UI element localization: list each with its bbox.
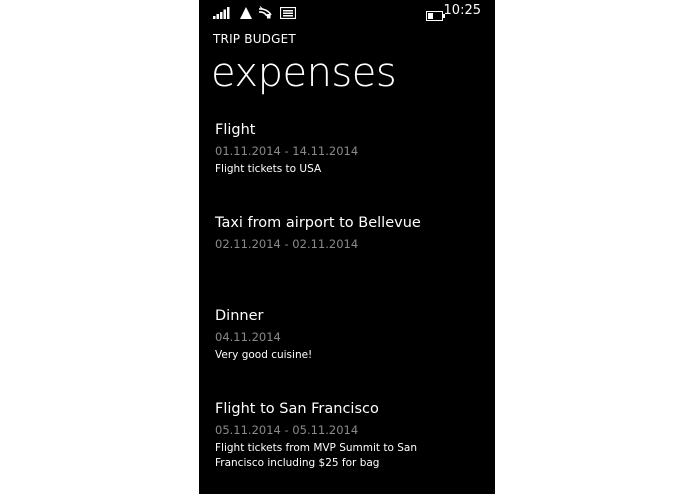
expense-dates: 01.11.2014 - 14.11.2014: [215, 144, 359, 158]
message-icon: [279, 4, 297, 23]
signal-strength-icon: [213, 4, 231, 23]
expense-dates: 04.11.2014: [215, 330, 281, 344]
wifi-icon: [258, 4, 274, 23]
expense-item-flight-san-francisco[interactable]: Flight to San Francisco 05.11.2014 - 05.…: [215, 399, 487, 471]
expense-title: Flight to San Francisco: [215, 401, 379, 417]
expense-description: Very good cuisine!: [215, 349, 313, 361]
expense-item-dinner[interactable]: Dinner 04.11.2014 Very good cuisine!: [215, 306, 487, 363]
expense-item-taxi[interactable]: Taxi from airport to Bellevue 02.11.2014…: [215, 213, 487, 255]
app-title: TRIP BUDGET: [213, 32, 296, 46]
expense-title: Flight: [215, 122, 256, 138]
expense-dates: 05.11.2014 - 05.11.2014: [215, 423, 359, 437]
expense-title: Taxi from airport to Bellevue: [215, 215, 421, 231]
clock-time: 10:25: [443, 3, 481, 18]
expense-title: Dinner: [215, 308, 264, 324]
phone-screen: 10:25 TRIP BUDGET expenses Flight 01.11.…: [199, 0, 495, 494]
expense-dates: 02.11.2014 - 02.11.2014: [215, 237, 359, 251]
expense-description: Flight tickets from MVP Summit to San Fr…: [215, 442, 418, 469]
page-title: expenses: [211, 50, 397, 96]
status-bar: 10:25: [199, 0, 495, 22]
expense-description: Flight tickets to USA: [215, 163, 322, 175]
data-network-icon: [240, 4, 252, 23]
expense-item-flight[interactable]: Flight 01.11.2014 - 14.11.2014 Flight ti…: [215, 120, 487, 177]
